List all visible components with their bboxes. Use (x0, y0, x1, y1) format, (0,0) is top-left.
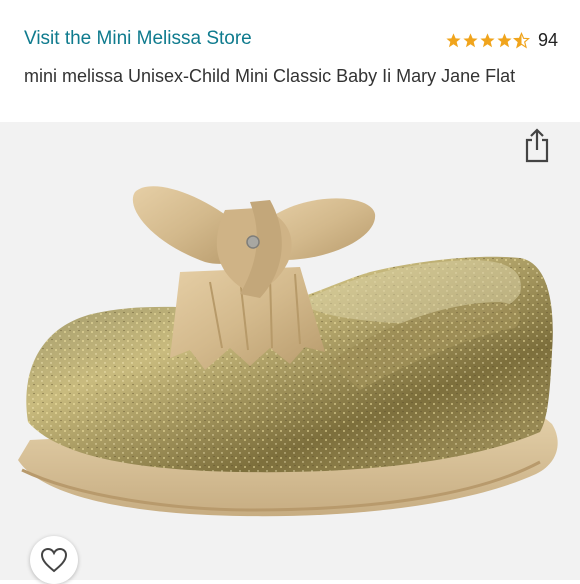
star-icon (480, 33, 495, 48)
star-icon (497, 33, 512, 48)
star-icon (463, 33, 478, 48)
product-header: Visit the Mini Melissa Store 94 mini mel… (0, 0, 580, 122)
half-star-icon (512, 32, 530, 49)
rating-count: 94 (537, 30, 558, 50)
heart-icon (40, 547, 68, 573)
star-icon (446, 33, 461, 48)
product-image[interactable] (0, 122, 580, 580)
store-link[interactable]: Visit the Mini Melissa Store (24, 28, 252, 50)
stars-group (445, 32, 530, 49)
share-icon (525, 128, 549, 163)
share-button[interactable] (522, 126, 552, 164)
shoe-image (18, 186, 558, 517)
star-rating[interactable]: 94 (445, 30, 558, 51)
favorite-button[interactable] (30, 536, 78, 584)
product-title: mini melissa Unisex-Child Mini Classic B… (24, 66, 516, 86)
